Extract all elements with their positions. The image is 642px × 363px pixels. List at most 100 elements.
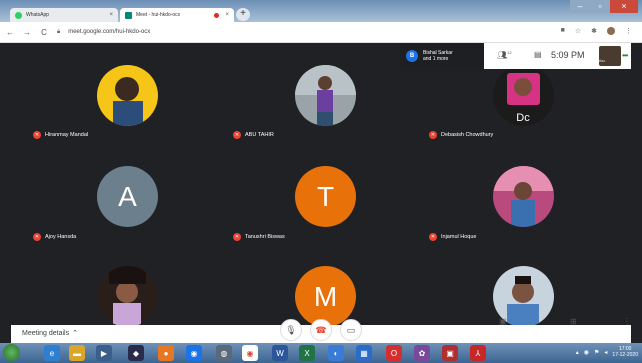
person-photo-icon: Dc <box>507 73 540 124</box>
opera-icon[interactable]: O <box>386 345 402 361</box>
mic-off-icon: ✕ <box>33 233 41 241</box>
folder-icon[interactable]: ▬ <box>69 345 85 361</box>
participant-label: ✕ Ajoy Hansda <box>33 233 76 241</box>
participant-avatar: Dc <box>493 65 554 126</box>
lock-icon: 🔒︎ <box>57 28 61 35</box>
ie-icon[interactable]: e <box>44 345 60 361</box>
tab-meet[interactable]: Meet - hui-hkdo-ocx × <box>120 8 234 22</box>
mic-button[interactable]: 🎙︎ <box>280 319 302 341</box>
mic-off-icon: ✕ <box>429 131 437 139</box>
tab-label: WhatsApp <box>26 12 50 18</box>
video-camera-icon: ▭ <box>346 324 356 335</box>
app-icon[interactable]: ◍ <box>216 345 232 361</box>
video-app-icon[interactable]: ◆ <box>128 345 144 361</box>
url-field[interactable]: meet.google.com/hui-hkdo-ocx <box>68 29 150 35</box>
meet-window: ✕ Hiranmay Mandal ✕ ABU TAHIR Dc ✕ Debas… <box>11 43 631 343</box>
avatar-initial: T <box>316 180 335 212</box>
self-view-label: You <box>598 58 605 63</box>
participant-name: ABU TAHIR <box>245 132 274 138</box>
calculator-icon[interactable]: ▦ <box>356 345 372 361</box>
paint-icon[interactable]: ✿ <box>414 345 430 361</box>
participant-grid: ✕ Hiranmay Mandal ✕ ABU TAHIR Dc ✕ Debas… <box>11 43 631 343</box>
meeting-details-button[interactable]: Meeting details ⌃ <box>22 329 78 338</box>
mic-off-icon: ✕ <box>233 131 241 139</box>
minimize-button[interactable]: – <box>570 0 590 13</box>
bottom-control-bar: Meeting details ⌃ 🎙︎ ☎︎ ▭ ▣ ⊞ ⋮ <box>11 317 631 343</box>
person-photo-icon <box>113 77 143 126</box>
presenter-badge: B <box>406 50 418 62</box>
tray-clock[interactable]: 17:00 17-12-2020 <box>612 346 638 358</box>
pdf-reader-icon[interactable]: ⅄ <box>470 345 486 361</box>
network-app-icon[interactable]: ◐ <box>328 345 344 361</box>
menu-icon[interactable]: ⋮ <box>625 27 632 35</box>
avatar[interactable] <box>607 27 615 35</box>
avatar-initial: M <box>313 280 338 312</box>
recording-dot-icon <box>214 12 220 18</box>
flag-icon[interactable]: ⚑ <box>594 349 599 356</box>
reload-icon[interactable]: C <box>37 28 51 37</box>
chrome-icon[interactable]: ◉ <box>242 345 258 361</box>
chat-icon[interactable]: ▤ <box>534 50 542 59</box>
tray-arrow-icon[interactable]: ▴ <box>576 349 579 356</box>
word-icon[interactable]: W <box>272 345 288 361</box>
camera-icon[interactable]: ■ <box>561 27 565 35</box>
participant-avatar <box>493 166 554 227</box>
participant-name: Debasish Chowdhury <box>441 132 494 138</box>
window-close-button[interactable]: × <box>610 0 638 13</box>
volume-icon[interactable]: ◂ <box>604 349 607 356</box>
system-tray: ▴ ◉ ⚑ ◂ 17:00 17-12-2020 <box>576 346 638 358</box>
participant-label: ✕ Injamul Hoque <box>429 233 476 241</box>
participant-label: ✕ ABU TAHIR <box>233 131 274 139</box>
presenter-sub: and 1 more <box>423 56 449 62</box>
firefox-icon[interactable]: ● <box>158 345 174 361</box>
tray-date: 17-12-2020 <box>612 352 638 358</box>
person-photo-icon <box>493 166 554 227</box>
end-call-button[interactable]: ☎︎ <box>310 319 332 341</box>
more-menu-icon[interactable]: ⋮ <box>623 317 631 326</box>
more-options-icon[interactable]: ••• <box>622 51 628 60</box>
participant-name: Ajoy Hansda <box>45 234 77 240</box>
address-bar: ← → C 🔒︎ meet.google.com/hui-hkdo-ocx ■ … <box>0 22 642 43</box>
presenter-indicator[interactable]: B Bishal Sarkar and 1 more <box>400 43 484 69</box>
star-icon[interactable]: ☆ <box>575 27 581 35</box>
network-icon[interactable]: ◉ <box>584 349 589 356</box>
maximize-button[interactable]: ▫ <box>590 0 610 13</box>
forward-icon[interactable]: → <box>20 28 34 37</box>
person-photo-icon <box>295 65 356 126</box>
participant-avatar: M <box>295 266 356 327</box>
participant-label: ✕ Tanushri Biswas <box>233 233 285 241</box>
initials-label: Dc <box>516 112 530 124</box>
excel-icon[interactable]: X <box>299 345 315 361</box>
powerpoint-icon[interactable]: ▣ <box>442 345 458 361</box>
whatsapp-icon <box>15 11 22 19</box>
back-icon[interactable]: ← <box>3 28 17 37</box>
media-player-icon[interactable]: ▶ <box>96 345 112 361</box>
windows-taskbar: e ▬ ▶ ◆ ● ◉ ◍ ◉ W X ◐ ▦ O ✿ ▣ ⅄ ▴ ◉ ⚑ ◂ … <box>0 343 642 363</box>
microphone-icon: 🎙︎ <box>285 324 297 335</box>
close-icon[interactable]: × <box>109 12 113 18</box>
tab-label: Meet - hui-hkdo-ocx <box>136 12 181 18</box>
participant-label: ✕ Debasish Chowdhury <box>429 131 493 139</box>
person-photo-icon <box>109 266 146 327</box>
mic-off-icon: ✕ <box>233 233 241 241</box>
browser-icon[interactable]: ◉ <box>186 345 202 361</box>
tab-whatsapp[interactable]: WhatsApp × <box>10 8 118 22</box>
camera-button[interactable]: ▭ <box>340 319 362 341</box>
new-tab-button[interactable]: + <box>236 8 250 21</box>
self-view-thumbnail[interactable] <box>599 46 621 66</box>
close-icon[interactable]: × <box>225 12 229 18</box>
participant-avatar <box>97 266 158 327</box>
extensions-icon[interactable]: ✱ <box>591 27 597 35</box>
captions-icon[interactable]: ▣ <box>499 317 507 326</box>
participant-avatar: A <box>97 166 158 227</box>
start-button[interactable] <box>3 344 20 361</box>
participant-name: Injamul Hoque <box>441 234 477 240</box>
participant-label: ✕ Hiranmay Mandal <box>33 131 88 139</box>
people-icon[interactable]: 👥︎12 <box>497 50 512 60</box>
meeting-details-label: Meeting details <box>22 329 70 337</box>
chevron-up-icon: ⌃ <box>72 330 78 337</box>
participant-name: Hiranmay Mandal <box>45 132 89 138</box>
present-now-icon[interactable]: ⊞ <box>570 317 577 326</box>
mic-off-icon: ✕ <box>429 233 437 241</box>
meet-icon <box>125 11 132 19</box>
